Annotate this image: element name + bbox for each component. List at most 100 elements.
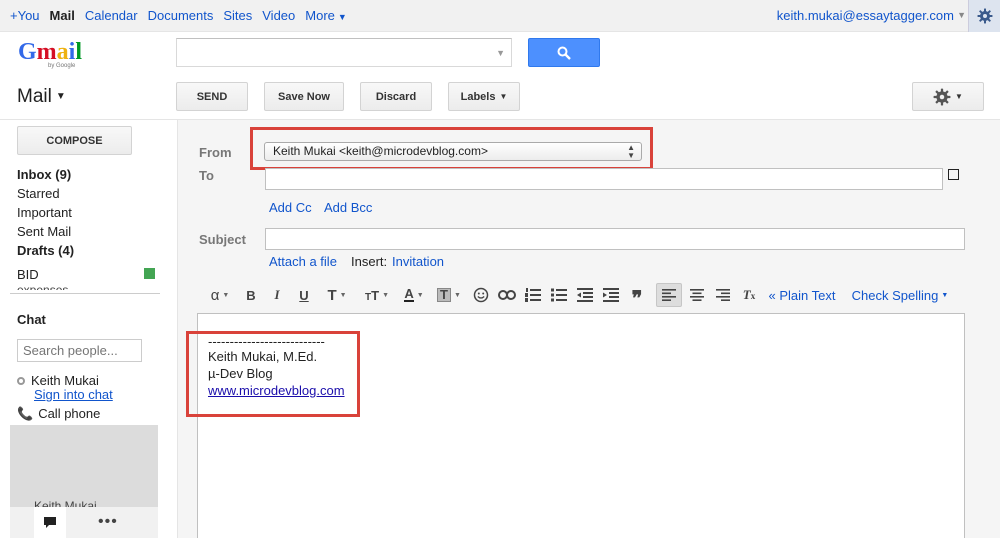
sidebar-item-drafts[interactable]: Drafts (4) bbox=[17, 241, 162, 260]
quote-icon: ❞ bbox=[631, 288, 643, 310]
sidebar-item-inbox[interactable]: Inbox (9) bbox=[17, 165, 162, 184]
quote-button[interactable]: ❞ bbox=[626, 283, 648, 310]
call-phone-row[interactable]: 📞 Call phone bbox=[17, 406, 100, 422]
remove-formatting-button[interactable]: Tx bbox=[738, 283, 760, 307]
add-bcc-link[interactable]: Add Bcc bbox=[324, 200, 372, 215]
link-video[interactable]: Video bbox=[262, 8, 295, 23]
svg-text:Gmail: Gmail bbox=[18, 39, 82, 65]
sidebar-item-bid-label: BID bbox=[17, 267, 39, 282]
subject-field[interactable] bbox=[265, 228, 965, 250]
underline-icon: U bbox=[299, 287, 309, 303]
search-input[interactable]: ▼ bbox=[176, 38, 512, 67]
chat-self-row[interactable]: Keith Mukai bbox=[17, 373, 99, 388]
sidebar-item-expenses[interactable]: expenses bbox=[17, 284, 162, 290]
emoticon-button[interactable] bbox=[470, 283, 492, 307]
sidebar-item-sent-mail[interactable]: Sent Mail bbox=[17, 222, 162, 241]
chevron-down-icon[interactable]: ▼ bbox=[957, 10, 966, 20]
save-now-button[interactable]: Save Now bbox=[264, 82, 344, 111]
options-gear-button[interactable] bbox=[968, 0, 1000, 32]
signature-site-link[interactable]: www.microdevblog.com bbox=[208, 382, 345, 399]
compose-form: From Keith Mukai <keith@microdevblog.com… bbox=[177, 120, 1000, 538]
gmail-logo[interactable]: Gmail by Google bbox=[18, 38, 88, 72]
align-center-button[interactable] bbox=[686, 283, 708, 307]
font-button[interactable]: α ▼ bbox=[204, 283, 236, 307]
sign-into-chat-link[interactable]: Sign into chat bbox=[34, 387, 113, 402]
phone-icon: 📞 bbox=[17, 406, 34, 421]
link-documents[interactable]: Documents bbox=[148, 8, 214, 23]
signature-block: --------------------------- Keith Mukai,… bbox=[208, 334, 345, 399]
add-cc-link[interactable]: Add Cc bbox=[269, 200, 312, 215]
gmail-logo-icon: Gmail bbox=[18, 39, 82, 65]
signature-rule: --------------------------- bbox=[208, 334, 325, 349]
chat-bubble-icon bbox=[44, 517, 56, 528]
link-sites[interactable]: Sites bbox=[223, 8, 252, 23]
text-color-button[interactable]: A ▼ bbox=[398, 283, 430, 307]
sidebar-item-bid[interactable]: BID bbox=[17, 265, 162, 284]
invitation-link[interactable]: Invitation bbox=[392, 254, 444, 269]
attach-file-link[interactable]: Attach a file bbox=[269, 254, 337, 269]
italic-button[interactable]: I bbox=[268, 283, 286, 307]
bold-button[interactable]: B bbox=[242, 283, 260, 307]
indent-more-button[interactable] bbox=[600, 283, 622, 307]
product-links: +You Mail Calendar Documents Sites Video… bbox=[10, 8, 347, 23]
highlight-button[interactable]: T ▼ bbox=[434, 283, 464, 307]
gear-icon bbox=[933, 88, 951, 105]
settings-button[interactable]: ▼ bbox=[912, 82, 984, 111]
text-size-button[interactable]: TT ▼ bbox=[360, 283, 394, 307]
chevron-down-icon: ▼ bbox=[416, 291, 424, 299]
from-label: From bbox=[199, 145, 232, 160]
align-left-button[interactable] bbox=[656, 283, 682, 307]
mail-menu[interactable]: Mail ▼ bbox=[17, 86, 66, 108]
align-right-button[interactable] bbox=[712, 283, 734, 307]
chevron-down-icon: ▼ bbox=[222, 291, 230, 299]
signature-blog: µ-Dev Blog bbox=[208, 366, 273, 381]
chat-self-name: Keith Mukai bbox=[31, 373, 99, 388]
to-field[interactable] bbox=[265, 168, 943, 190]
numbered-list-button[interactable] bbox=[522, 283, 544, 307]
link-mail[interactable]: Mail bbox=[50, 8, 75, 23]
label-color-swatch[interactable] bbox=[144, 268, 155, 279]
check-spelling-button[interactable]: Check Spelling ▼ bbox=[850, 283, 950, 307]
popout-icon[interactable] bbox=[948, 169, 959, 180]
sidebar-divider bbox=[10, 293, 160, 294]
mail-menu-label: Mail bbox=[17, 86, 52, 107]
link-calendar[interactable]: Calendar bbox=[85, 8, 138, 23]
label-list: Inbox (9) Starred Important Sent Mail Dr… bbox=[17, 165, 162, 290]
sidebar: COMPOSE Inbox (9) Starred Important Sent… bbox=[0, 120, 176, 538]
underline-button[interactable]: U bbox=[294, 283, 314, 307]
message-body-editor[interactable]: --------------------------- Keith Mukai,… bbox=[186, 313, 965, 538]
link-more-label: More bbox=[305, 8, 335, 23]
send-button[interactable]: SEND bbox=[176, 82, 248, 111]
chevron-down-icon: ▼ bbox=[55, 91, 66, 102]
search-button[interactable] bbox=[528, 38, 600, 67]
search-options-icon[interactable]: ▼ bbox=[496, 48, 505, 58]
account-email[interactable]: keith.mukai@essaytagger.com bbox=[777, 8, 954, 23]
chevron-down-icon: ▼ bbox=[941, 291, 949, 299]
chevron-down-icon: ▼ bbox=[337, 12, 347, 22]
bulleted-list-button[interactable] bbox=[548, 283, 570, 307]
formatting-toolbar: α ▼ B I U T ▼ TT ▼ A ▼ T ▼ ❞ Tx « Plain … bbox=[198, 283, 988, 311]
sidebar-item-starred[interactable]: Starred bbox=[17, 184, 162, 203]
plain-text-link[interactable]: « Plain Text bbox=[764, 283, 840, 307]
from-select[interactable]: Keith Mukai <keith@microdevblog.com> ▲ ▼ bbox=[264, 142, 642, 161]
labels-button-label: Labels bbox=[460, 90, 496, 103]
chevron-down-icon: ▼ bbox=[454, 291, 461, 299]
compose-button[interactable]: COMPOSE bbox=[17, 126, 132, 155]
link-you[interactable]: +You bbox=[10, 8, 40, 23]
font-size-button[interactable]: T ▼ bbox=[322, 283, 352, 307]
sidebar-item-important[interactable]: Important bbox=[17, 203, 162, 222]
indent-less-icon bbox=[577, 288, 593, 302]
link-button[interactable] bbox=[496, 283, 518, 307]
indent-less-button[interactable] bbox=[574, 283, 596, 307]
remove-formatting-icon: Tx bbox=[742, 287, 756, 302]
chat-search-input[interactable] bbox=[17, 339, 142, 362]
labels-button[interactable]: Labels ▼ bbox=[448, 82, 520, 111]
more-options-icon[interactable]: ••• bbox=[98, 513, 118, 531]
font-size-icon: T bbox=[327, 286, 337, 304]
chat-bubble-button[interactable] bbox=[34, 507, 66, 538]
select-arrows-icon: ▲ ▼ bbox=[627, 143, 635, 160]
align-center-icon bbox=[690, 289, 704, 301]
discard-button[interactable]: Discard bbox=[360, 82, 432, 111]
gear-icon bbox=[977, 8, 992, 24]
link-more[interactable]: More ▼ bbox=[305, 8, 347, 23]
